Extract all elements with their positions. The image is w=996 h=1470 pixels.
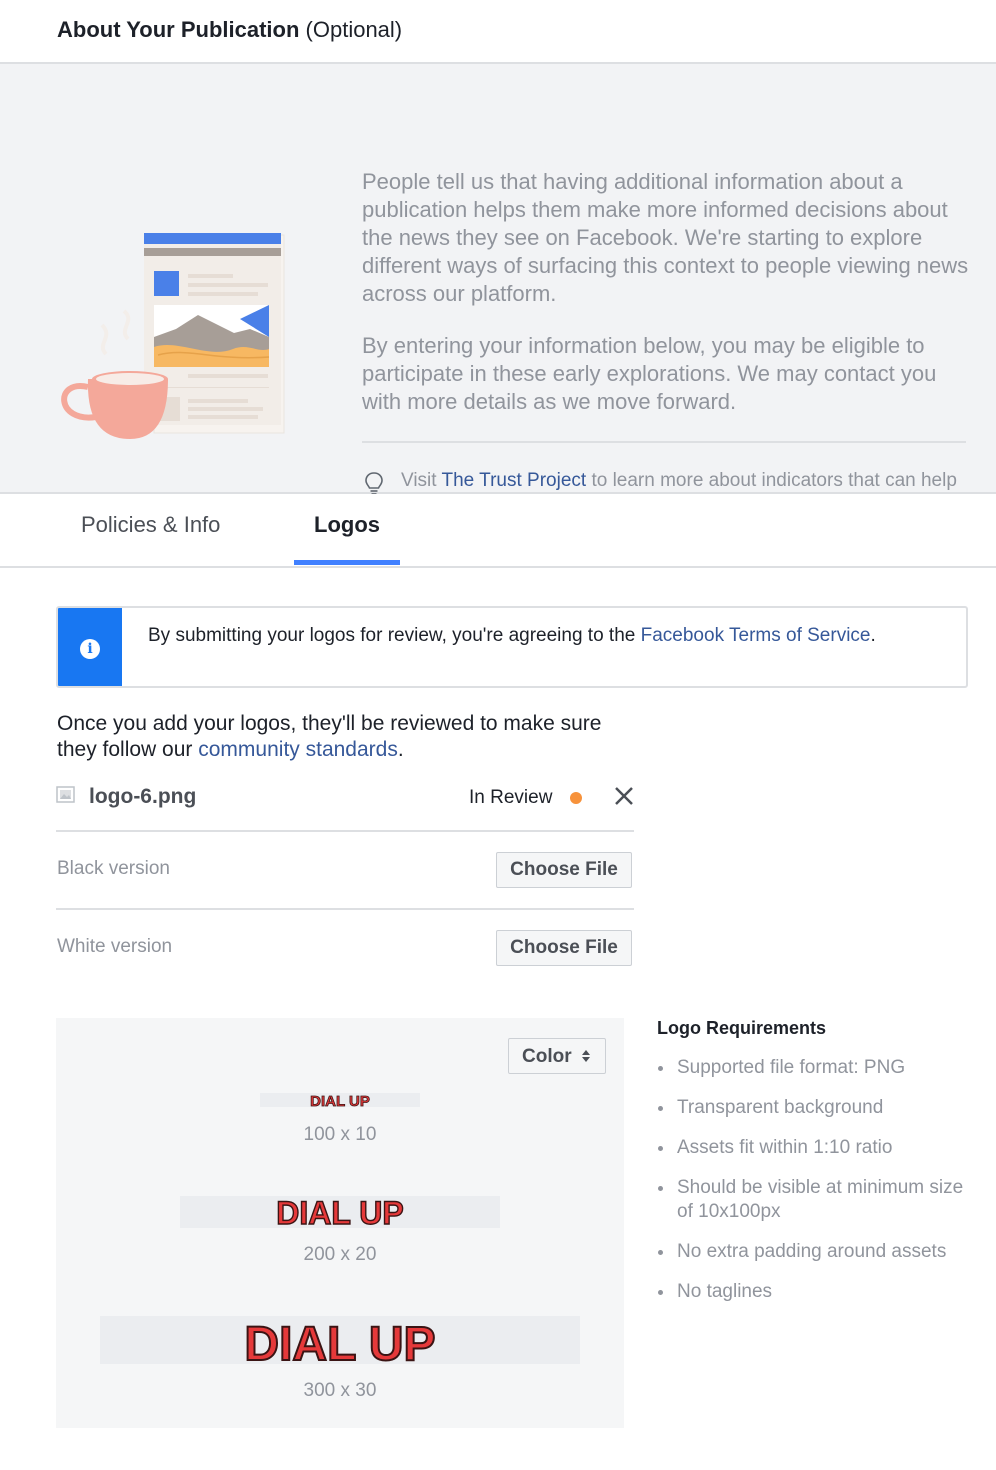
close-icon[interactable] [612, 784, 636, 808]
logo-preview-small: DIAL UP [310, 1093, 371, 1110]
notice-end: . [870, 625, 876, 646]
review-status: In Review [469, 787, 553, 808]
size-label-large: 300 x 30 [303, 1380, 377, 1401]
color-select-value: Color [522, 1046, 572, 1067]
choose-file-black-button[interactable]: Choose File [496, 852, 632, 888]
intro-paragraph-1: People tell us that having additional in… [362, 169, 969, 306]
notice-message: By submitting your logos for review, you… [148, 625, 636, 646]
section-header: About Your Publication (Optional) [0, 0, 996, 64]
section-title-text: About Your Publication [57, 17, 300, 42]
terms-of-service-link[interactable]: Facebook Terms of Service [641, 625, 871, 646]
black-version-label: Black version [57, 858, 170, 879]
logo-preview-large: DIAL UP [243, 1317, 436, 1370]
intro-paragraph-2: By entering your information below, you … [362, 333, 937, 414]
requirement-item: Should be visible at minimum size of 10x… [657, 1176, 967, 1224]
logo-preview-panel: Color DIAL UP 100 x 10 DIAL UP 200 x 20 … [56, 1018, 624, 1428]
intro-panel: People tell us that having additional in… [0, 64, 996, 515]
community-standards-link[interactable]: community standards [198, 738, 398, 761]
requirement-item: Assets fit within 1:10 ratio [657, 1136, 967, 1160]
trust-project-link[interactable]: The Trust Project [442, 470, 587, 491]
status-dot-icon [570, 792, 582, 804]
white-version-row: White version Choose File [56, 910, 634, 986]
size-label-medium: 200 x 20 [303, 1244, 377, 1265]
review-explanation: Once you add your logos, they'll be revi… [57, 711, 617, 763]
logo-text-small: DIAL UP [310, 1093, 370, 1110]
requirement-item: No taglines [657, 1280, 967, 1304]
info-icon: i [80, 639, 100, 659]
file-name: logo-6.png [89, 785, 197, 808]
terms-notice: i By submitting your logos for review, y… [56, 606, 968, 688]
intro-divider [362, 441, 966, 443]
active-tab-indicator [294, 560, 400, 565]
requirement-item: Transparent background [657, 1096, 967, 1120]
requirement-item: Supported file format: PNG [657, 1056, 967, 1080]
publication-illustration [61, 233, 285, 439]
intro-text: People tell us that having additional in… [362, 168, 972, 440]
tab-policies-info[interactable]: Policies & Info [81, 512, 220, 538]
size-label-small: 100 x 10 [303, 1124, 377, 1145]
tab-logos[interactable]: Logos [314, 512, 380, 538]
image-file-icon [56, 786, 75, 803]
select-arrows-icon [582, 1050, 590, 1062]
requirements-title: Logo Requirements [657, 1018, 827, 1038]
logo-preview-medium: DIAL UP [276, 1194, 405, 1231]
requirement-item: No extra padding around assets [657, 1240, 967, 1264]
notice-text: By submitting your logos for review, you… [148, 624, 928, 648]
uploaded-file-row: logo-6.png In Review [56, 780, 634, 832]
choose-file-white-button[interactable]: Choose File [496, 930, 632, 966]
section-title: About Your Publication (Optional) [57, 17, 402, 43]
notice-icon-bar: i [58, 608, 122, 686]
logo-text-large: DIAL UP [244, 1318, 435, 1370]
white-version-label: White version [57, 936, 173, 957]
trust-prefix: Visit [401, 470, 437, 491]
review-end: . [397, 738, 404, 761]
tab-bar: Policies & Info Logos [0, 494, 996, 568]
optional-label: (Optional) [305, 17, 403, 42]
logo-text-medium: DIAL UP [276, 1195, 403, 1231]
color-select[interactable]: Color [508, 1038, 606, 1074]
requirements-list: Supported file format: PNG Transparent b… [657, 1056, 967, 1320]
black-version-row: Black version Choose File [56, 832, 634, 910]
